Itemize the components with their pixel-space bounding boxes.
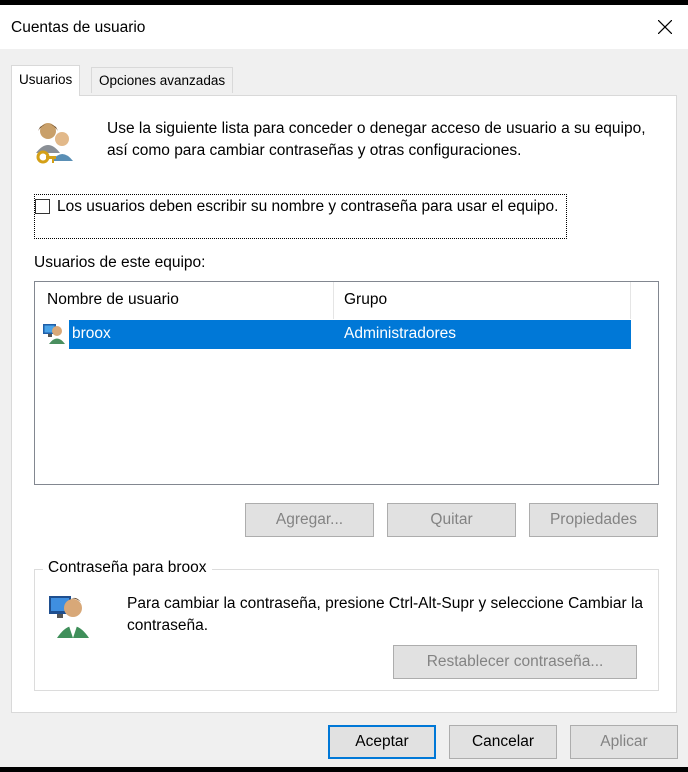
users-keys-icon <box>34 119 74 167</box>
column-header-username[interactable]: Nombre de usuario <box>47 291 179 309</box>
users-tab-panel: Use la siguiente lista para conceder o d… <box>11 95 677 713</box>
add-button[interactable]: Agregar... <box>245 503 374 537</box>
tab-advanced-options[interactable]: Opciones avanzadas <box>91 67 234 93</box>
apply-button[interactable]: Aplicar <box>570 725 678 759</box>
column-header-group[interactable]: Grupo <box>344 291 387 309</box>
reset-password-button[interactable]: Restablecer contraseña... <box>393 645 637 679</box>
column-divider[interactable] <box>333 282 334 319</box>
user-accounts-dialog: Cuentas de usuario Usuarios Opciones ava… <box>0 5 688 767</box>
require-login-checkbox[interactable] <box>35 199 50 214</box>
close-button[interactable] <box>648 11 682 43</box>
close-icon <box>658 20 672 34</box>
ok-button[interactable]: Aceptar <box>328 725 436 759</box>
user-monitor-icon <box>43 322 65 344</box>
require-login-checkbox-row[interactable]: Los usuarios deben escribir su nombre y … <box>34 194 567 239</box>
row-username: broox <box>72 325 111 342</box>
intro-text: Use la siguiente lista para conceder o d… <box>107 120 646 159</box>
remove-button[interactable]: Quitar <box>387 503 516 537</box>
password-instructions: Para cambiar la contraseña, presione Ctr… <box>127 595 644 634</box>
column-divider <box>630 282 631 319</box>
properties-button[interactable]: Propiedades <box>529 503 658 537</box>
list-header: Nombre de usuario Grupo <box>35 282 631 319</box>
title-bar: Cuentas de usuario <box>0 5 688 49</box>
tab-users[interactable]: Usuarios <box>11 65 81 96</box>
require-login-label: Los usuarios deben escribir su nombre y … <box>57 198 559 215</box>
cancel-button[interactable]: Cancelar <box>449 725 557 759</box>
password-group-title: Contraseña para broox <box>43 559 212 577</box>
users-listview[interactable]: Nombre de usuario Grupo broox Administra… <box>34 281 659 485</box>
window-title: Cuentas de usuario <box>11 19 146 36</box>
user-monitor-icon <box>49 592 91 638</box>
password-groupbox: Contraseña para broox Para cambiar la co… <box>34 559 659 691</box>
table-row[interactable]: broox Administradores <box>69 320 631 349</box>
row-group: Administradores <box>344 325 456 342</box>
users-list-label: Usuarios de este equipo: <box>34 254 206 271</box>
